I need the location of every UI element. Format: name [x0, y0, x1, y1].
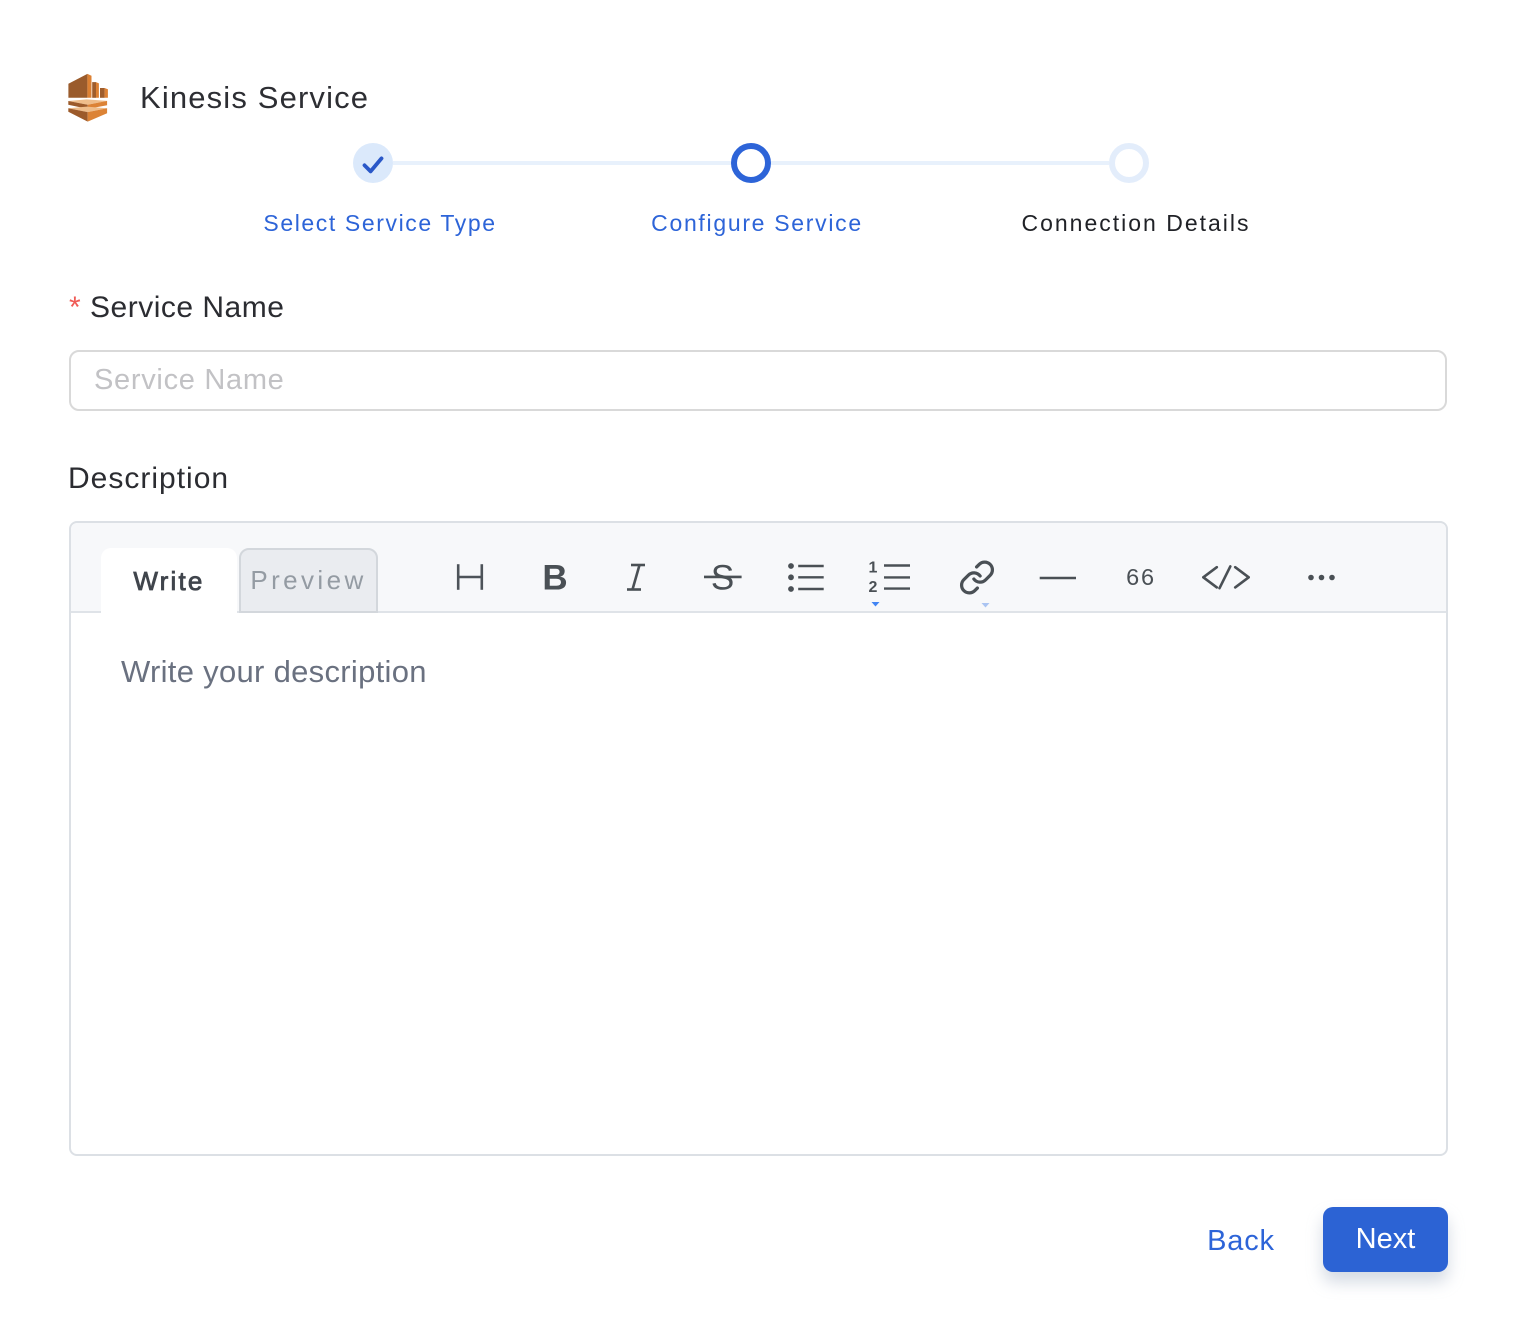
svg-text:S: S — [711, 559, 734, 598]
svg-text:2: 2 — [869, 579, 878, 596]
svg-text:66: 66 — [1126, 564, 1156, 590]
svg-text:B: B — [542, 559, 567, 598]
svg-text:1: 1 — [869, 560, 878, 577]
